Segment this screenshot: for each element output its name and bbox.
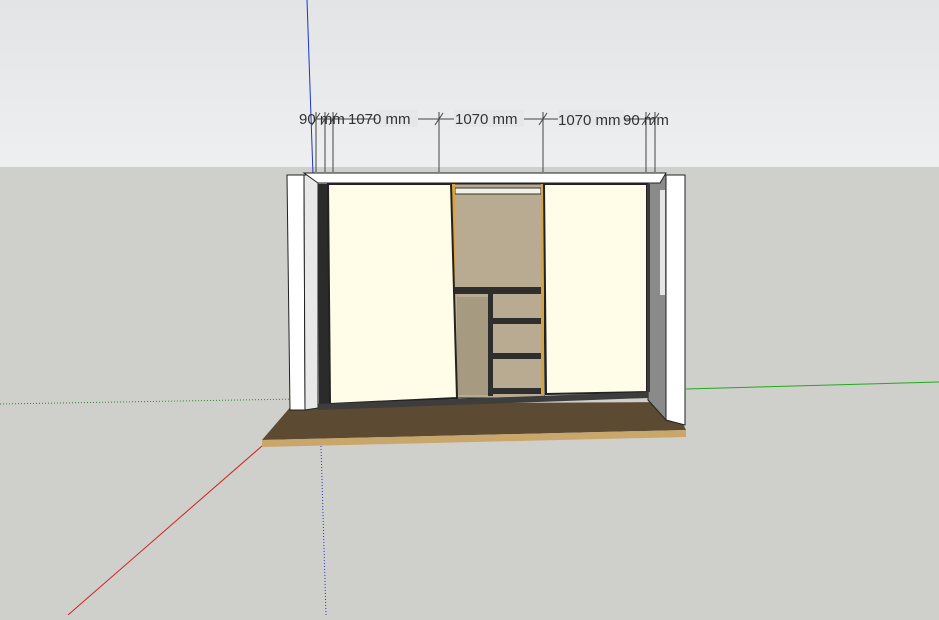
upper-shelf[interactable] bbox=[455, 287, 541, 294]
left-side-panel[interactable] bbox=[286, 174, 306, 411]
top-panel[interactable] bbox=[302, 172, 667, 184]
drawer-divider bbox=[488, 292, 493, 396]
sky bbox=[0, 0, 939, 167]
interior-rail bbox=[454, 187, 542, 195]
shelf-1[interactable] bbox=[493, 318, 541, 324]
dimension-labels: 90 mm 1070 mm 1070 mm 1070 mm 90 mm bbox=[299, 110, 669, 129]
shelf-2[interactable] bbox=[493, 353, 541, 359]
dimension-label-middle: 1070 mm bbox=[455, 111, 518, 128]
right-sliding-door[interactable] bbox=[542, 183, 648, 396]
shelf-3[interactable] bbox=[493, 388, 541, 394]
lower-left-compartment bbox=[457, 297, 488, 395]
dimension-label-left-90: 90 mm bbox=[299, 111, 345, 128]
dimension-label-left-door: 1070 mm bbox=[348, 111, 411, 128]
dimension-label-right-90: 90 mm bbox=[623, 112, 669, 129]
dimension-label-right-door: 1070 mm bbox=[558, 112, 621, 129]
left-sliding-door[interactable] bbox=[326, 183, 459, 406]
left-side-panel-inner bbox=[303, 174, 319, 411]
sketchup-viewport[interactable]: 90 mm 1070 mm 1070 mm 1070 mm 90 mm bbox=[0, 0, 939, 616]
model-scene[interactable]: 90 mm 1070 mm 1070 mm 1070 mm 90 mm bbox=[0, 0, 939, 616]
right-side-panel[interactable] bbox=[665, 174, 686, 426]
right-door-edge bbox=[647, 184, 650, 392]
right-side-highlight bbox=[660, 190, 665, 295]
